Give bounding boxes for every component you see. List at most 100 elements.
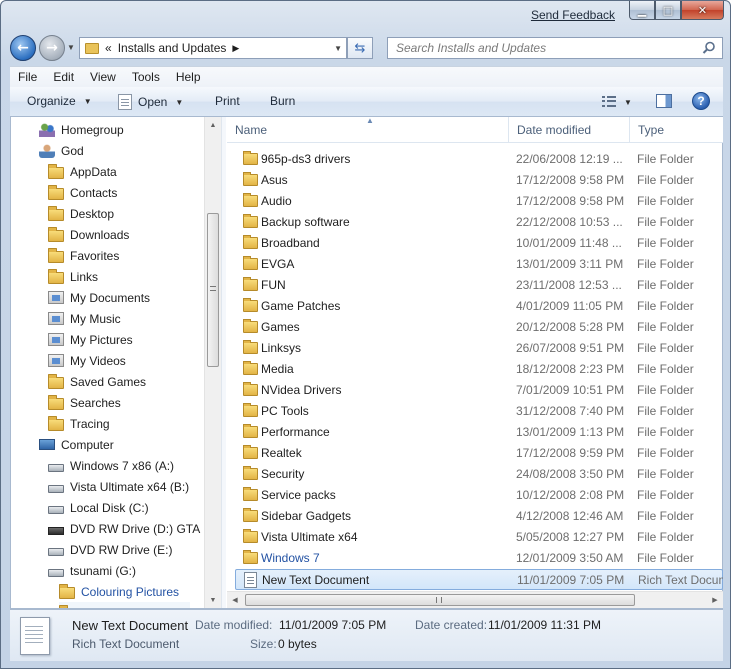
- file-row[interactable]: PC Tools 31/12/2008 7:40 PM File Folder: [227, 401, 723, 422]
- column-name[interactable]: Name ▲: [227, 117, 509, 143]
- nav-item-label: Colouring Pictures: [81, 584, 180, 599]
- file-row[interactable]: Windows 7 12/01/2009 3:50 AM File Folder: [227, 548, 723, 569]
- forward-button[interactable]: →: [39, 35, 65, 61]
- file-row[interactable]: Games 20/12/2008 5:28 PM File Folder: [227, 317, 723, 338]
- refresh-button[interactable]: ⇆: [347, 37, 373, 59]
- organize-button[interactable]: Organize ▼: [27, 94, 92, 108]
- scroll-right-arrow[interactable]: ▶: [707, 592, 723, 608]
- recent-pages-dropdown[interactable]: ▼: [67, 43, 75, 52]
- file-row[interactable]: Linksys 26/07/2008 9:51 PM File Folder: [227, 338, 723, 359]
- back-button[interactable]: ←: [10, 35, 36, 61]
- maximize-button[interactable]: □: [655, 1, 681, 20]
- column-date-modified[interactable]: Date modified: [509, 117, 630, 143]
- nav-item[interactable]: Vista Ultimate x64 (B:): [48, 476, 189, 497]
- open-button[interactable]: Open ▼: [118, 94, 183, 110]
- burn-button[interactable]: Burn: [270, 94, 295, 108]
- file-row[interactable]: Audio 17/12/2008 9:58 PM File Folder: [227, 191, 723, 212]
- nav-item[interactable]: AppData: [48, 161, 117, 182]
- details-modified-label: Date modified:: [195, 618, 273, 632]
- drive-icon: [48, 569, 64, 577]
- nav-item[interactable]: Windows 7 x86 (A:): [48, 455, 174, 476]
- folder-icon: [48, 226, 64, 242]
- scroll-down-arrow[interactable]: ▼: [205, 592, 221, 608]
- open-label: Open: [138, 95, 168, 109]
- menu-view[interactable]: View: [82, 70, 124, 84]
- file-row[interactable]: Realtek 17/12/2008 9:59 PM File Folder: [227, 443, 723, 464]
- file-row[interactable]: Vista Ultimate x64 5/05/2008 12:27 PM File…: [227, 527, 723, 548]
- menu-edit[interactable]: Edit: [45, 70, 82, 84]
- print-button[interactable]: Print: [215, 94, 240, 108]
- pane-splitter[interactable]: [221, 117, 226, 608]
- file-row[interactable]: Performance 13/01/2009 1:13 PM File Folder: [227, 422, 723, 443]
- nav-item[interactable]: Computer: [39, 434, 114, 455]
- file-row[interactable]: Media 18/12/2008 2:23 PM File Folder: [227, 359, 723, 380]
- file-type: File Folder: [637, 488, 694, 502]
- help-button[interactable]: ?: [692, 92, 710, 110]
- nav-item[interactable]: Installs and Updates: [59, 602, 190, 608]
- nav-item[interactable]: Searches: [48, 392, 121, 413]
- close-button[interactable]: ✕: [681, 1, 724, 20]
- horizontal-scroll-thumb[interactable]: [245, 594, 635, 606]
- nav-item[interactable]: My Pictures: [48, 329, 133, 350]
- nav-item[interactable]: My Music: [48, 308, 121, 329]
- nav-item[interactable]: tsunami (G:): [48, 560, 136, 581]
- minimize-icon: ▁: [637, 3, 647, 17]
- navigation-pane-scrollbar[interactable]: ▲ ▼: [204, 117, 221, 608]
- nav-item[interactable]: Local Disk (C:): [48, 497, 149, 518]
- scroll-thumb[interactable]: [207, 213, 219, 367]
- title-bar: Send Feedback ▁ □ ✕: [1, 1, 730, 29]
- address-history-dropdown[interactable]: ▼: [334, 44, 342, 53]
- nav-item[interactable]: Links: [48, 266, 98, 287]
- nav-item[interactable]: DVD RW Drive (D:) GTA IV: [48, 518, 214, 539]
- burn-label: Burn: [270, 94, 296, 108]
- nav-item[interactable]: Colouring Pictures: [59, 581, 179, 602]
- breadcrumb-overflow[interactable]: «: [105, 41, 112, 55]
- breadcrumb-chevron-icon[interactable]: ▶: [232, 43, 239, 54]
- nav-item[interactable]: My Documents: [48, 287, 150, 308]
- nav-item[interactable]: Desktop: [48, 203, 114, 224]
- nav-item[interactable]: Tracing: [48, 413, 110, 434]
- horizontal-scrollbar[interactable]: ◀ ▶: [227, 591, 723, 608]
- caption-buttons: ▁ □ ✕: [629, 1, 724, 20]
- file-row[interactable]: FUN 23/11/2008 12:53 ... File Folder: [227, 275, 723, 296]
- search-icon[interactable]: [702, 41, 716, 55]
- menu-tools[interactable]: Tools: [124, 70, 168, 84]
- nav-item[interactable]: Contacts: [48, 182, 117, 203]
- scroll-left-arrow[interactable]: ◀: [227, 592, 243, 608]
- file-row[interactable]: Sidebar Gadgets 4/12/2008 12:46 AM File Fo…: [227, 506, 723, 527]
- folder-icon: [243, 550, 258, 564]
- file-row[interactable]: EVGA 13/01/2009 3:11 PM File Folder: [227, 254, 723, 275]
- nav-item[interactable]: My Videos: [48, 350, 126, 371]
- nav-item[interactable]: Downloads: [48, 224, 129, 245]
- menu-help[interactable]: Help: [168, 70, 209, 84]
- search-input[interactable]: [396, 41, 696, 55]
- send-feedback-link[interactable]: Send Feedback: [531, 8, 615, 22]
- file-name: Service packs: [261, 488, 336, 502]
- file-date-modified: 20/12/2008 5:28 PM: [516, 320, 625, 334]
- file-row[interactable]: Game Patches 4/01/2009 11:05 PM File Folde…: [227, 296, 723, 317]
- nav-item[interactable]: Homegroup: [39, 119, 124, 140]
- views-button[interactable]: ▼: [602, 96, 632, 108]
- file-row[interactable]: 965p-ds3 drivers 22/06/2008 12:19 ... File…: [227, 149, 723, 170]
- nav-item[interactable]: DVD RW Drive (E:): [48, 539, 172, 560]
- nav-item[interactable]: Favorites: [48, 245, 119, 266]
- file-row[interactable]: Backup software 22/12/2008 10:53 ... File …: [227, 212, 723, 233]
- file-row[interactable]: Asus 17/12/2008 9:58 PM File Folder: [227, 170, 723, 191]
- column-type[interactable]: Type: [630, 117, 723, 143]
- address-bar[interactable]: « Installs and Updates ▶ ▼: [79, 37, 347, 59]
- menu-file[interactable]: File: [10, 70, 45, 84]
- minimize-button[interactable]: ▁: [629, 1, 655, 20]
- file-row[interactable]: Broadband 10/01/2009 11:48 ... File Folder: [227, 233, 723, 254]
- nav-item-label: Favorites: [70, 248, 120, 263]
- search-box[interactable]: [387, 37, 723, 59]
- breadcrumb-installs-and-updates[interactable]: Installs and Updates: [118, 41, 227, 55]
- nav-item-label: My Pictures: [70, 332, 133, 347]
- scroll-up-arrow[interactable]: ▲: [205, 117, 221, 133]
- nav-item[interactable]: God: [39, 140, 84, 161]
- file-row[interactable]: NVidea Drivers 7/01/2009 10:51 PM File Fol…: [227, 380, 723, 401]
- nav-item[interactable]: Saved Games: [48, 371, 146, 392]
- file-row[interactable]: Service packs 10/12/2008 2:08 PM File Fold…: [227, 485, 723, 506]
- file-row[interactable]: New Text Document 11/01/2009 7:05 PM Rich …: [235, 569, 723, 590]
- preview-pane-button[interactable]: [656, 94, 672, 108]
- file-row[interactable]: Security 24/08/2008 3:50 PM File Folder: [227, 464, 723, 485]
